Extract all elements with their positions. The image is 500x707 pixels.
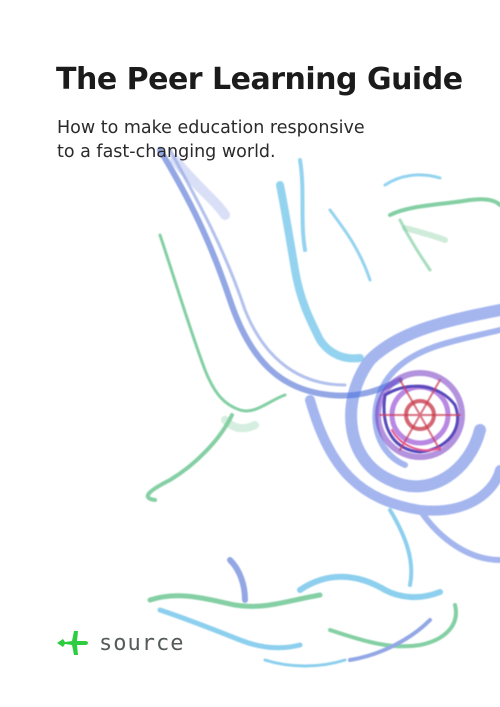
book-subtitle: How to make education responsive to a fa… [57, 116, 387, 164]
blue-swirl [305, 304, 500, 563]
bottom-ribbons [147, 508, 458, 668]
subtitle-line-2: to a fast-changing world. [57, 142, 276, 162]
subtitle-line-1: How to make education responsive [57, 118, 365, 138]
book-title: The Peer Learning Guide [56, 62, 463, 97]
publisher-logo: source [55, 623, 184, 663]
book-cover: The Peer Learning Guide How to make educ… [0, 0, 500, 707]
purple-mandala [375, 370, 465, 460]
logo-wordmark: source [99, 630, 185, 656]
green-ribbon-top-right [388, 197, 500, 272]
plane-icon [57, 631, 88, 655]
abstract-ribbon-artwork [145, 147, 500, 668]
